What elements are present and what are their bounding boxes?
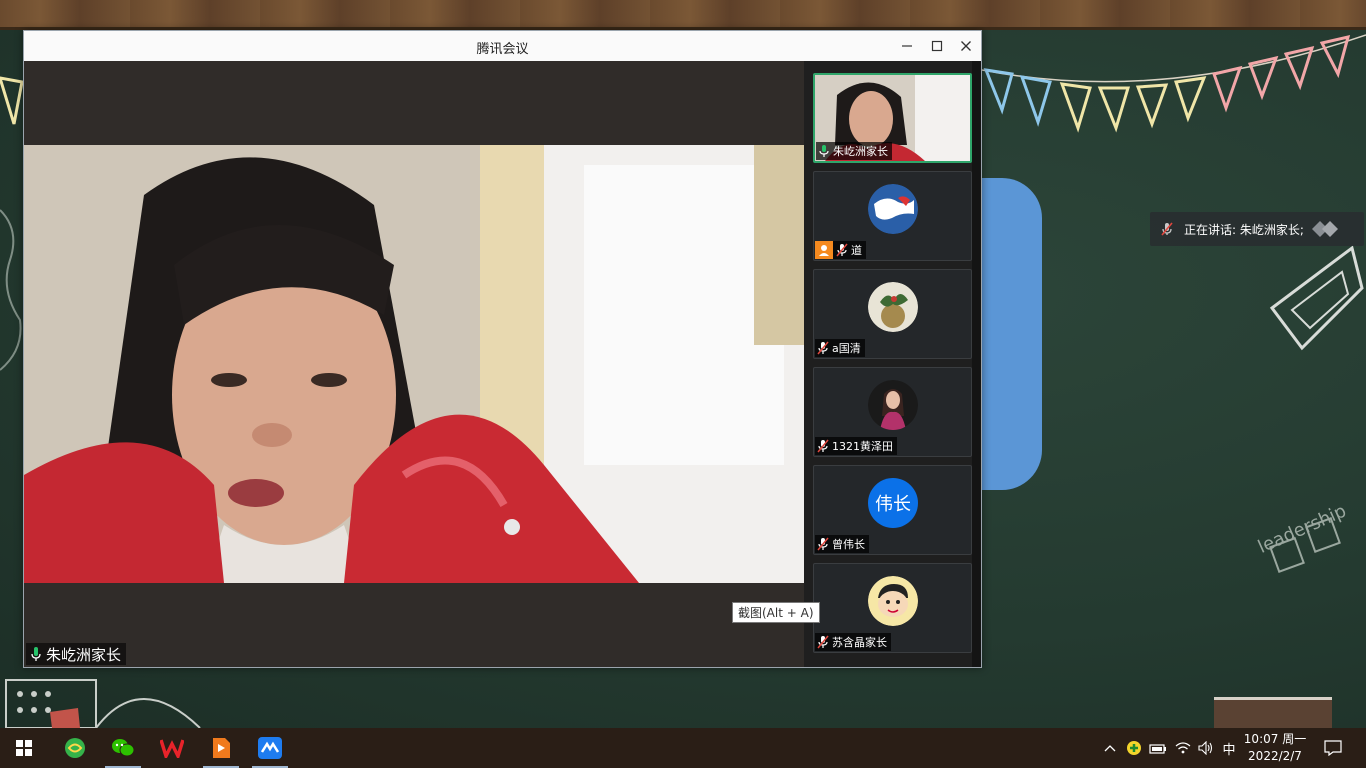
blurred-avatar-icon: [1311, 221, 1338, 237]
participant-tile[interactable]: 朱屹洲家长: [813, 73, 972, 163]
participant-name: 曾伟长: [832, 538, 865, 551]
participant-name: 1321黄泽田: [832, 440, 893, 453]
windows-icon: [16, 740, 32, 756]
participant-label: 道: [815, 241, 866, 259]
speaker-video-frame: [24, 145, 804, 583]
tray-battery[interactable]: [1148, 728, 1168, 768]
main-video[interactable]: 朱屹洲家长: [24, 61, 804, 667]
start-button[interactable]: [0, 728, 48, 768]
participant-sidebar: 朱屹洲家长 道 a国清 1321黄泽田 伟长 曾伟长 苏含晶家长: [804, 61, 981, 667]
participant-label: 朱屹洲家长: [816, 142, 892, 160]
cartoon-avatar: [868, 576, 918, 626]
maximize-icon: [931, 40, 943, 52]
360-browser-icon: [65, 738, 85, 758]
box-decoration: [1214, 697, 1332, 728]
mic-muted-icon: [817, 439, 829, 453]
sidebar-scroll-edge: [972, 61, 981, 667]
wechat-icon: [112, 739, 135, 757]
taskbar: 中 10:07 周一 2022/2/7: [0, 728, 1366, 768]
taskbar-wechat[interactable]: [99, 728, 147, 768]
bunting-decoration: [982, 34, 1366, 133]
taskbar-tencent-meeting[interactable]: [246, 728, 294, 768]
taskbar-clock[interactable]: 10:07 周一 2022/2/7: [1240, 731, 1310, 765]
text-avatar: 伟长: [868, 478, 918, 528]
chevron-up-icon: [1104, 745, 1116, 752]
participant-tile[interactable]: 道: [813, 171, 972, 261]
speaker-video-image: [24, 145, 804, 583]
tray-overflow-button[interactable]: [1100, 728, 1120, 768]
tray-ime[interactable]: 中: [1218, 728, 1240, 768]
participant-name: 朱屹洲家长: [833, 145, 888, 158]
mic-muted-icon: [817, 341, 829, 355]
notification-center-button[interactable]: [1318, 728, 1348, 768]
globe-avatar: [868, 184, 918, 234]
tray-network[interactable]: [1172, 728, 1194, 768]
participant-name: a国清: [832, 342, 861, 355]
ime-indicator: 中: [1222, 742, 1236, 758]
photo-avatar: [868, 380, 918, 430]
speaking-indicator: 正在讲话: 朱屹洲家长;: [1150, 212, 1364, 246]
security-plus-icon: [1127, 741, 1141, 755]
main-speaker-label: 朱屹洲家长: [26, 643, 127, 665]
close-icon: [961, 41, 971, 51]
left-doodle: [0, 209, 22, 371]
taskbar-video-player[interactable]: [197, 728, 245, 768]
minimize-button[interactable]: [892, 31, 922, 61]
mic-on-icon: [31, 647, 41, 661]
participant-name: 道: [851, 244, 862, 257]
mic-muted-icon: [1150, 212, 1184, 246]
tencent-meeting-icon: [258, 737, 282, 759]
mic-muted-icon: [817, 635, 829, 649]
notification-icon: [1324, 740, 1342, 756]
meeting-window: 腾讯会议 朱屹洲家长 朱屹洲家长 道 a国清 1321黄泽田 伟长 曾伟长 苏含…: [23, 30, 982, 668]
battery-icon: [1149, 744, 1166, 754]
main-speaker-name: 朱屹洲家长: [46, 645, 122, 664]
participant-name: 苏含晶家长: [832, 636, 887, 649]
video-player-icon: [213, 738, 230, 758]
wps-icon: [160, 739, 184, 758]
mic-on-icon: [819, 145, 829, 157]
title-bar[interactable]: 腾讯会议: [24, 31, 981, 61]
leadership-doodle: leadership: [1255, 500, 1349, 573]
wood-frame: [0, 0, 1366, 30]
meeting-content: 朱屹洲家长 朱屹洲家长 道 a国清 1321黄泽田 伟长 曾伟长 苏含晶家长: [24, 61, 981, 667]
participant-label: a国清: [815, 339, 865, 357]
clock-time: 10:07 周一: [1243, 732, 1307, 746]
participant-tile[interactable]: 苏含晶家长: [813, 563, 972, 653]
speaking-text: 正在讲话: 朱屹洲家长;: [1184, 222, 1304, 237]
participant-label: 曾伟长: [815, 535, 869, 553]
clock-date: 2022/2/7: [1248, 749, 1302, 763]
window-title: 腾讯会议: [476, 42, 529, 57]
taskbar-wps[interactable]: [148, 728, 196, 768]
left-bunting: [0, 76, 23, 125]
participant-label: 苏含晶家长: [815, 633, 891, 651]
participant-tile[interactable]: 1321黄泽田: [813, 367, 972, 457]
screenshot-tooltip: 截图(Alt + A): [732, 602, 820, 623]
tray-security-app[interactable]: [1124, 728, 1144, 768]
wifi-icon: [1175, 742, 1191, 754]
host-user-icon: [815, 241, 833, 259]
mic-muted-icon: [817, 537, 829, 551]
participant-label: 1321黄泽田: [815, 437, 897, 455]
tray-volume[interactable]: [1196, 728, 1216, 768]
blue-shape: [982, 178, 1042, 490]
minimize-icon: [902, 45, 912, 47]
maximize-button[interactable]: [922, 31, 952, 61]
close-button[interactable]: [951, 31, 981, 61]
vase-avatar: [868, 282, 918, 332]
mic-muted-icon: [836, 243, 848, 257]
volume-icon: [1198, 741, 1213, 755]
taskbar-360-browser[interactable]: [51, 728, 99, 768]
ruler-doodle: [1269, 245, 1364, 351]
participant-tile[interactable]: 伟长 曾伟长: [813, 465, 972, 555]
building-doodle: [5, 679, 201, 728]
participant-tile[interactable]: a国清: [813, 269, 972, 359]
